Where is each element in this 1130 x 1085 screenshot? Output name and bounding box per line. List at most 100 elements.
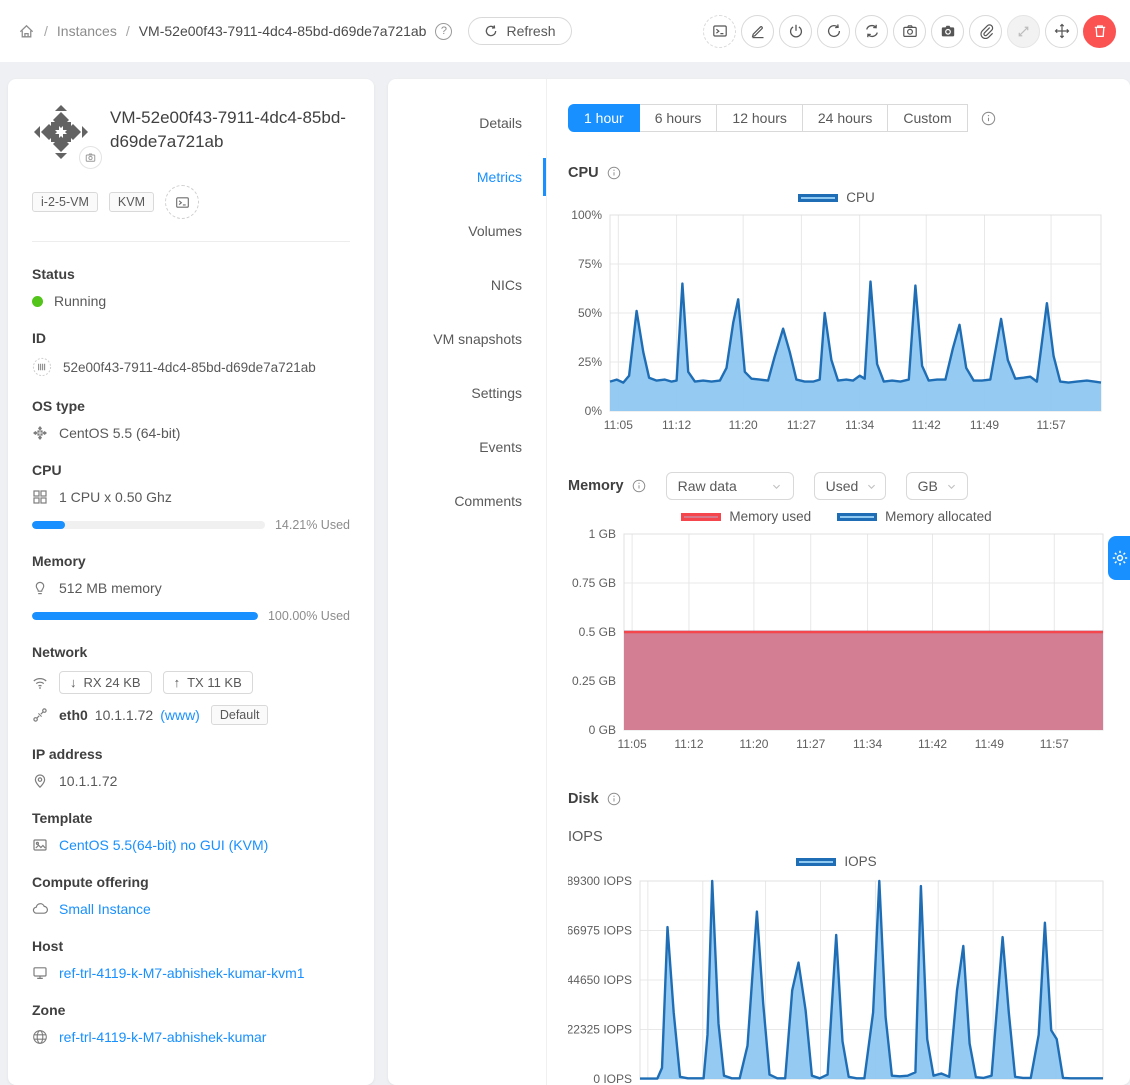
scale-vm-button bbox=[1007, 15, 1040, 48]
cpu-info-icon[interactable] bbox=[607, 166, 621, 180]
offering-link[interactable]: Small Instance bbox=[59, 901, 151, 917]
svg-text:11:12: 11:12 bbox=[662, 418, 691, 432]
memory-info-icon[interactable] bbox=[632, 479, 646, 493]
tab-comments[interactable]: Comments bbox=[388, 474, 546, 528]
time-range-info-icon[interactable] bbox=[981, 111, 996, 126]
iops-legend-swatch bbox=[796, 858, 836, 866]
svg-text:11:12: 11:12 bbox=[674, 737, 703, 751]
network-section: Network ↓RX 24 KB ↑TX 11 KB eth0 10.1.1.… bbox=[32, 644, 350, 725]
time-12-hours[interactable]: 12 hours bbox=[716, 104, 802, 132]
tab-settings[interactable]: Settings bbox=[388, 366, 546, 420]
svg-text:66975 IOPS: 66975 IOPS bbox=[568, 924, 632, 938]
memory-section: Memory 512 MB memory 100.00% Used bbox=[32, 553, 350, 623]
pencil-icon bbox=[750, 23, 766, 39]
attach-iso-button[interactable] bbox=[969, 15, 1002, 48]
time-24-hours[interactable]: 24 hours bbox=[802, 104, 888, 132]
arrow-up-icon: ↑ bbox=[174, 675, 181, 690]
home-icon[interactable] bbox=[18, 23, 35, 40]
iops-legend: IOPS bbox=[568, 854, 1105, 869]
cpu-legend: CPU bbox=[568, 190, 1105, 205]
refresh-button[interactable]: Refresh bbox=[468, 17, 571, 45]
settings-fab[interactable] bbox=[1108, 536, 1130, 580]
power-icon bbox=[788, 23, 804, 39]
svg-text:11:57: 11:57 bbox=[1040, 737, 1069, 751]
disk-title: Disk bbox=[568, 791, 599, 807]
svg-text:11:20: 11:20 bbox=[739, 737, 768, 751]
vertical-tabs: Details Metrics Volumes NICs VM snapshot… bbox=[388, 96, 546, 528]
migrate-button[interactable] bbox=[1045, 15, 1078, 48]
ip-section: IP address 10.1.1.72 bbox=[32, 746, 350, 789]
memory-data-select[interactable]: Raw data bbox=[666, 472, 794, 500]
iops-subtitle: IOPS bbox=[568, 829, 1105, 845]
tx-button[interactable]: ↑TX 11 KB bbox=[163, 671, 253, 694]
svg-text:44650 IOPS: 44650 IOPS bbox=[568, 973, 632, 987]
svg-text:1 GB: 1 GB bbox=[589, 527, 616, 541]
sync-icon bbox=[864, 23, 880, 39]
reboot-button[interactable] bbox=[817, 15, 850, 48]
svg-text:11:34: 11:34 bbox=[845, 418, 874, 432]
memory-used-select[interactable]: Used bbox=[814, 472, 886, 500]
gear-icon bbox=[1111, 549, 1129, 567]
svg-text:11:05: 11:05 bbox=[618, 737, 647, 751]
svg-text:75%: 75% bbox=[578, 257, 602, 271]
template-link[interactable]: CentOS 5.5(64-bit) no GUI (KVM) bbox=[59, 837, 268, 853]
change-icon-badge[interactable] bbox=[79, 146, 102, 169]
cpu-value: 1 CPU x 0.50 Ghz bbox=[59, 489, 172, 505]
svg-text:0.25 GB: 0.25 GB bbox=[572, 674, 616, 688]
console-icon bbox=[712, 23, 728, 39]
expand-arrows-icon bbox=[1016, 24, 1031, 39]
tab-metrics[interactable]: Metrics bbox=[388, 150, 546, 204]
svg-text:0%: 0% bbox=[585, 404, 603, 418]
svg-text:0 IOPS: 0 IOPS bbox=[593, 1072, 632, 1085]
console-button[interactable] bbox=[703, 15, 736, 48]
vm-id-value: 52e00f43-7911-4dc4-85bd-d69de7a721ab bbox=[63, 360, 316, 375]
svg-text:0.75 GB: 0.75 GB bbox=[572, 576, 616, 590]
destroy-button[interactable] bbox=[1083, 15, 1116, 48]
reinstall-button[interactable] bbox=[855, 15, 888, 48]
memory-allocated-swatch bbox=[837, 513, 877, 521]
host-link[interactable]: ref-trl-4119-k-M7-abhishek-kumar-kvm1 bbox=[59, 965, 305, 981]
nic-default-tag: Default bbox=[211, 705, 269, 725]
memory-used-swatch bbox=[681, 513, 721, 521]
svg-text:11:20: 11:20 bbox=[729, 418, 758, 432]
vm-snapshot-button[interactable] bbox=[931, 15, 964, 48]
svg-text:11:49: 11:49 bbox=[975, 737, 1004, 751]
zone-link[interactable]: ref-trl-4119-k-M7-abhishek-kumar bbox=[59, 1029, 266, 1045]
cpu-used-label: 14.21% Used bbox=[275, 518, 350, 532]
breadcrumb-instances[interactable]: Instances bbox=[57, 23, 117, 39]
memory-value: 512 MB memory bbox=[59, 580, 162, 596]
picture-icon bbox=[32, 837, 48, 853]
memory-unit-select[interactable]: GB bbox=[906, 472, 968, 500]
open-console-button[interactable] bbox=[165, 185, 199, 219]
memory-used-label: 100.00% Used bbox=[268, 609, 350, 623]
svg-text:0.5 GB: 0.5 GB bbox=[579, 625, 616, 639]
tab-details[interactable]: Details bbox=[388, 96, 546, 150]
help-icon[interactable]: ? bbox=[435, 23, 452, 40]
bulb-icon bbox=[32, 580, 48, 596]
svg-text:0 GB: 0 GB bbox=[589, 723, 616, 737]
tab-events[interactable]: Events bbox=[388, 420, 546, 474]
wifi-icon bbox=[32, 675, 48, 691]
action-toolbar bbox=[703, 15, 1116, 48]
svg-text:25%: 25% bbox=[578, 355, 602, 369]
snapshot-button[interactable] bbox=[893, 15, 926, 48]
nic-network-link[interactable]: (www) bbox=[160, 707, 200, 723]
instance-info-panel: VM-52e00f43-7911-4dc4-85bd-d69de7a721ab … bbox=[8, 79, 374, 1085]
barcode-icon bbox=[32, 357, 52, 377]
edit-button[interactable] bbox=[741, 15, 774, 48]
tab-volumes[interactable]: Volumes bbox=[388, 204, 546, 258]
rx-button[interactable]: ↓RX 24 KB bbox=[59, 671, 152, 694]
time-1-hour[interactable]: 1 hour bbox=[568, 104, 640, 132]
tab-nics[interactable]: NICs bbox=[388, 258, 546, 312]
memory-chart-title: Memory bbox=[568, 478, 624, 494]
time-custom[interactable]: Custom bbox=[887, 104, 967, 132]
stop-button[interactable] bbox=[779, 15, 812, 48]
id-section: ID 52e00f43-7911-4dc4-85bd-d69de7a721ab bbox=[32, 330, 350, 377]
host-section: Host ref-trl-4119-k-M7-abhishek-kumar-kv… bbox=[32, 938, 350, 981]
api-link-icon bbox=[32, 707, 48, 723]
svg-text:11:27: 11:27 bbox=[787, 418, 816, 432]
disk-info-icon[interactable] bbox=[607, 792, 621, 806]
tab-vm-snapshots[interactable]: VM snapshots bbox=[388, 312, 546, 366]
os-type-value: CentOS 5.5 (64-bit) bbox=[59, 425, 180, 441]
time-6-hours[interactable]: 6 hours bbox=[639, 104, 718, 132]
